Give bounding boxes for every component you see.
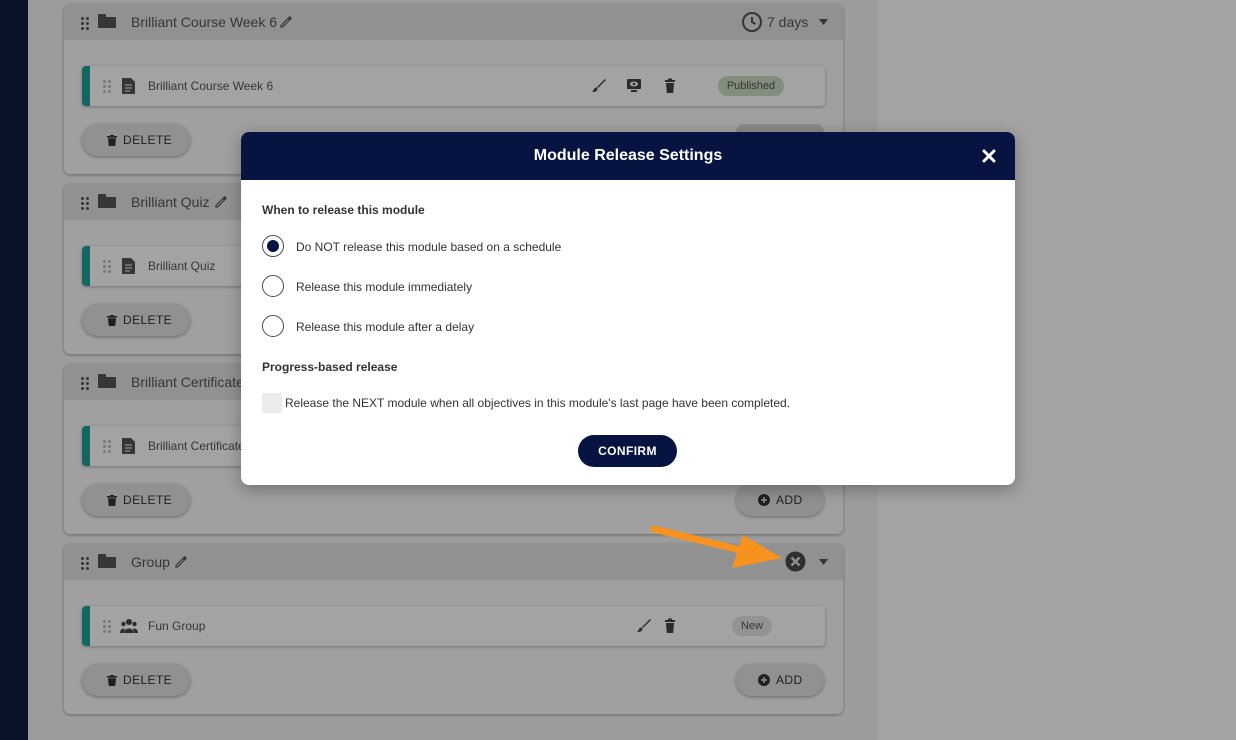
module-release-settings-dialog: Module Release Settings When to release … xyxy=(241,132,1015,485)
checkbox-label[interactable]: Release the NEXT module when all objecti… xyxy=(285,396,790,410)
close-icon[interactable] xyxy=(981,148,997,164)
radio-no-schedule[interactable] xyxy=(262,235,284,257)
release-schedule-heading: When to release this module xyxy=(262,203,425,217)
confirm-button[interactable]: CONFIRM xyxy=(578,435,677,467)
progress-release-checkbox[interactable] xyxy=(262,393,282,413)
radio-release-immediately[interactable] xyxy=(262,275,284,297)
radio-release-after-delay[interactable] xyxy=(262,315,284,337)
annotation-arrow-icon xyxy=(650,525,782,568)
add-page-button[interactable] xyxy=(736,124,824,132)
radio-label[interactable]: Release this module immediately xyxy=(296,280,472,294)
dialog-title: Module Release Settings xyxy=(533,147,723,164)
radio-label[interactable]: Do NOT release this module based on a sc… xyxy=(296,240,561,254)
progress-release-heading: Progress-based release xyxy=(262,360,398,374)
dialog-header: Module Release Settings xyxy=(241,132,1015,180)
radio-label[interactable]: Release this module after a delay xyxy=(296,320,474,334)
